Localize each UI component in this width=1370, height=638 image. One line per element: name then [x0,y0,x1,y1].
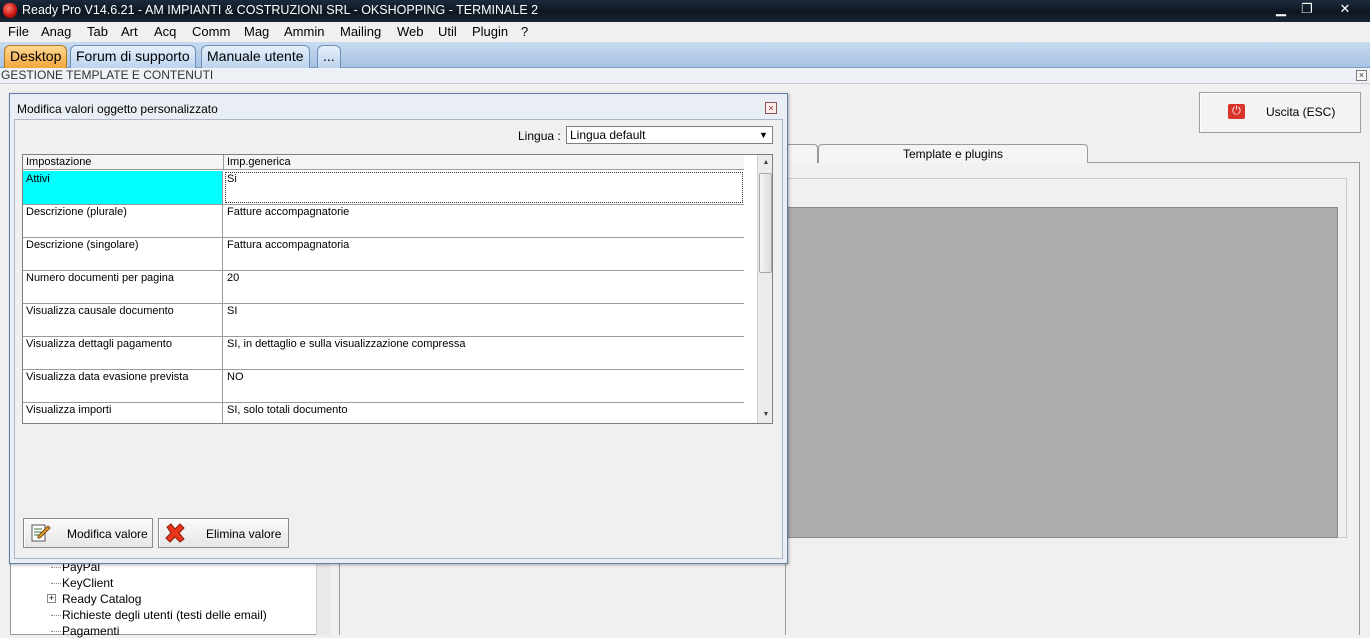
setting-cell[interactable]: Visualizza causale documento [23,303,223,336]
menu-anag[interactable]: Anag [41,24,71,39]
dialog-body: Lingua : Lingua default ▼ Impostazione I… [14,119,783,559]
scroll-down-icon[interactable]: ▼ [760,409,772,421]
language-label: Lingua : [518,129,561,143]
value-cell[interactable]: Fatture accompagnatorie [224,204,744,237]
tab-template-plugins[interactable]: Template e plugins [818,144,1088,163]
section-title: GESTIONE TEMPLATE E CONTENUTI [0,68,1370,84]
value-cell[interactable]: 20 [224,270,744,303]
value-cell[interactable]: Si [224,171,744,204]
value-cell[interactable]: NO [224,369,744,402]
menu-bar: File Anag Tab Art Acq Comm Mag Ammin Mai… [0,22,1370,42]
edit-document-icon [31,524,51,542]
scroll-up-icon[interactable]: ▲ [760,157,772,169]
dialog-title: Modifica valori oggetto personalizzato [17,102,218,116]
setting-cell[interactable]: Visualizza dettagli pagamento [23,336,223,369]
grid-row[interactable]: Visualizza data evasione prevista NO [23,369,744,403]
tree-connector [51,631,61,632]
grid-scrollbar[interactable]: ▲ ▼ [757,155,772,423]
setting-cell[interactable]: Attivi [23,171,223,204]
setting-cell[interactable]: Numero documenti per pagina [23,270,223,303]
grid-row[interactable]: Visualizza dettagli pagamento SI, in det… [23,336,744,370]
window-titlebar: Ready Pro V14.6.21 - AM IMPIANTI & COSTR… [0,0,1370,22]
tree-expand-icon[interactable]: + [47,594,56,603]
grid-row[interactable]: Attivi Si [23,171,744,205]
menu-plugin[interactable]: Plugin [472,24,508,39]
preview-area [787,207,1338,538]
value-cell[interactable]: SI, solo totali documento [224,402,744,423]
tree-view: PayPal KeyClient Ready Catalog Richieste… [10,560,330,638]
tab-manuale-utente[interactable]: Manuale utente [201,45,310,68]
tab-desktop[interactable]: Desktop [4,45,68,68]
menu-acq[interactable]: Acq [154,24,176,39]
tree-connector [51,583,61,584]
tree-item-richieste-utenti[interactable]: Richieste degli utenti (testi delle emai… [62,608,267,622]
tree-connector [51,615,61,616]
edit-values-dialog: Modifica valori oggetto personalizzato ×… [9,93,788,564]
menu-web[interactable]: Web [397,24,424,39]
grid-row[interactable]: Descrizione (plurale) Fatture accompagna… [23,204,744,238]
delete-x-icon [165,523,185,543]
exit-button[interactable]: ⏻ Uscita (ESC) [1199,92,1361,133]
divider [339,562,349,635]
tree-item-pagamenti[interactable]: Pagamenti [62,624,119,638]
column-header-value[interactable]: Imp.generica [227,156,291,168]
setting-cell[interactable]: Visualizza data evasione prevista [23,369,223,402]
power-icon: ⏻ [1228,104,1245,119]
menu-util[interactable]: Util [438,24,457,39]
language-select[interactable]: Lingua default ▼ [566,126,773,144]
tree-scrollbar[interactable] [316,562,330,635]
menu-art[interactable]: Art [121,24,138,39]
section-close-icon[interactable]: × [1356,70,1367,81]
language-select-value: Lingua default [570,128,646,142]
exit-button-label: Uscita (ESC) [1266,105,1336,119]
menu-mag[interactable]: Mag [244,24,269,39]
grid-row[interactable]: Visualizza causale documento SI [23,303,744,337]
menu-ammin[interactable]: Ammin [284,24,324,39]
grid-row[interactable]: Numero documenti per pagina 20 [23,270,744,304]
dropdown-arrow-icon[interactable]: ▼ [756,128,771,142]
delete-value-button[interactable]: Elimina valore [158,518,289,548]
window-title: Ready Pro V14.6.21 - AM IMPIANTI & COSTR… [22,3,539,17]
tree-connector [51,567,61,568]
scrollbar-thumb[interactable] [759,173,772,273]
grid-header: Impostazione Imp.generica [23,155,744,170]
tab-hidden[interactable] [785,144,818,163]
menu-comm[interactable]: Comm [192,24,230,39]
tree-item-ready-catalog[interactable]: Ready Catalog [62,592,141,606]
dialog-close-icon[interactable]: × [765,102,777,114]
menu-tab[interactable]: Tab [87,24,108,39]
minimize-button[interactable]: ▁ [1268,1,1294,17]
edit-value-label: Modifica valore [67,527,148,541]
setting-cell[interactable]: Visualizza importi [23,402,223,423]
menu-mailing[interactable]: Mailing [340,24,381,39]
tab-more[interactable]: ... [317,45,341,68]
restore-button[interactable]: ❐ [1294,1,1320,17]
column-header-setting[interactable]: Impostazione [26,156,91,168]
menu-help[interactable]: ? [521,24,528,39]
tab-bar: Desktop Forum di supporto Manuale utente… [0,42,1370,68]
settings-grid: Impostazione Imp.generica Attivi Si Desc… [22,154,773,424]
setting-cell[interactable]: Descrizione (singolare) [23,237,223,270]
setting-cell[interactable]: Descrizione (plurale) [23,204,223,237]
delete-value-label: Elimina valore [206,527,282,541]
menu-file[interactable]: File [8,24,29,39]
close-window-button[interactable]: ✕ [1330,1,1360,17]
value-cell[interactable]: Fattura accompagnatoria [224,237,744,270]
value-cell[interactable]: SI [224,303,744,336]
grid-row[interactable]: Descrizione (singolare) Fattura accompag… [23,237,744,271]
value-cell[interactable]: SI, in dettaglio e sulla visualizzazione… [224,336,744,369]
edit-value-button[interactable]: Modifica valore [23,518,153,548]
tab-forum-supporto[interactable]: Forum di supporto [70,45,196,68]
app-strawberry-icon [3,3,17,18]
tree-item-keyclient[interactable]: KeyClient [62,576,113,590]
grid-row[interactable]: Visualizza importi SI, solo totali docum… [23,402,744,423]
column-separator [223,155,224,170]
